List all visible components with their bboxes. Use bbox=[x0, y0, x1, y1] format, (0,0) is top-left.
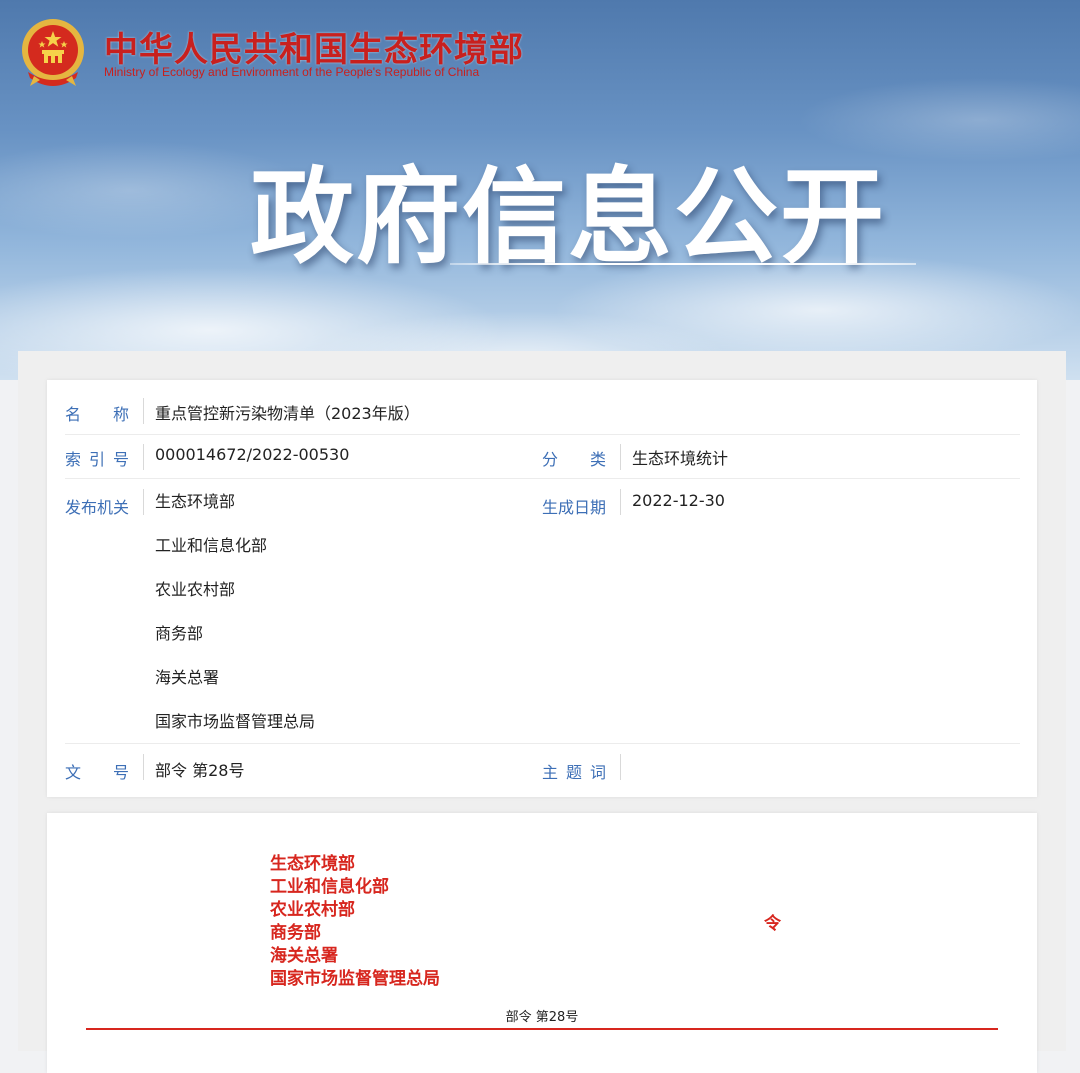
date-label: 生成日期 bbox=[542, 498, 607, 517]
red-header-rule bbox=[86, 1028, 998, 1030]
name-value: 重点管控新污染物清单（2023年版） bbox=[155, 404, 420, 423]
header-banner: 中华人民共和国生态环境部 Ministry of Ecology and Env… bbox=[0, 0, 1080, 380]
doc-number-label: 文 号 bbox=[65, 763, 130, 782]
index-value: 000014672/2022-00530 bbox=[155, 445, 350, 464]
date-separator bbox=[620, 489, 621, 515]
keywords-label: 主 题 词 bbox=[542, 763, 606, 782]
publisher-separator bbox=[143, 489, 144, 515]
name-row: 名 称 重点管控新污染物清单（2023年版） bbox=[65, 386, 1020, 435]
issuer-item: 国家市场监督管理总局 bbox=[270, 969, 440, 989]
order-character: 令 bbox=[764, 914, 781, 934]
category-separator bbox=[620, 444, 621, 470]
issuer-item: 商务部 bbox=[270, 923, 321, 943]
category-value: 生态环境统计 bbox=[632, 449, 729, 468]
issuer-item: 海关总署 bbox=[270, 946, 338, 966]
name-label: 名 称 bbox=[65, 405, 130, 424]
banner-divider bbox=[450, 263, 916, 265]
metadata-card: 名 称 重点管控新污染物清单（2023年版） 索 引 号 000014672/2… bbox=[47, 380, 1037, 797]
category-label: 分 类 bbox=[542, 450, 607, 469]
index-separator bbox=[143, 444, 144, 470]
publisher-row: 发布机关 生态环境部 工业和信息化部 农业农村部 商务部 海关总署 国家市场监督… bbox=[65, 479, 1020, 744]
publisher-item: 海关总署 bbox=[155, 668, 220, 687]
publisher-item: 农业农村部 bbox=[155, 580, 236, 599]
ministry-name-en[interactable]: Ministry of Ecology and Environment of t… bbox=[104, 65, 479, 79]
publisher-list: 生态环境部 工业和信息化部 农业农村部 商务部 海关总署 国家市场监督管理总局 bbox=[155, 491, 315, 755]
ministry-name-cn[interactable]: 中华人民共和国生态环境部 bbox=[104, 22, 524, 71]
banner-title: 政府信息公开 bbox=[250, 156, 887, 278]
name-separator bbox=[143, 398, 144, 424]
document-body: 生态环境部 工业和信息化部 农业农村部 商务部 海关总署 国家市场监督管理总局 … bbox=[47, 813, 1037, 1073]
publisher-item: 工业和信息化部 bbox=[155, 536, 268, 555]
publisher-label: 发布机关 bbox=[65, 498, 130, 517]
index-row: 索 引 号 000014672/2022-00530 分 类 生态环境统计 bbox=[65, 435, 1020, 479]
date-value: 2022-12-30 bbox=[632, 491, 725, 510]
doc-number-row: 文 号 部令 第28号 主 题 词 bbox=[65, 744, 1020, 788]
publisher-item: 生态环境部 bbox=[155, 492, 236, 511]
national-emblem-icon[interactable] bbox=[18, 16, 88, 90]
content-wrapper: 名 称 重点管控新污染物清单（2023年版） 索 引 号 000014672/2… bbox=[18, 351, 1066, 1073]
order-number: 部令 第28号 bbox=[505, 1010, 579, 1025]
issuing-agencies: 生态环境部 工业和信息化部 农业农村部 商务部 海关总署 国家市场监督管理总局 bbox=[270, 853, 440, 991]
issuer-item: 生态环境部 bbox=[270, 854, 355, 874]
index-label: 索 引 号 bbox=[65, 450, 129, 469]
doc-number-value: 部令 第28号 bbox=[155, 761, 245, 780]
doc-number-separator bbox=[143, 754, 144, 780]
issuer-item: 工业和信息化部 bbox=[270, 877, 389, 897]
keywords-separator bbox=[620, 754, 621, 780]
issuer-item: 农业农村部 bbox=[270, 900, 355, 920]
publisher-item: 商务部 bbox=[155, 624, 204, 643]
